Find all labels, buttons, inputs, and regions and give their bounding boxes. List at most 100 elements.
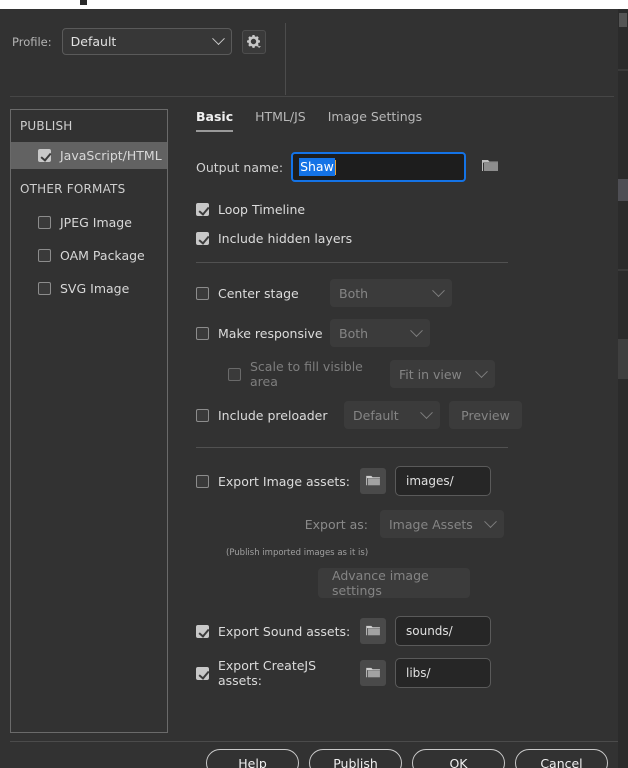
option-include-hidden-layers[interactable]: Include hidden layers (188, 231, 608, 246)
checkbox-svg-image[interactable] (38, 282, 51, 295)
cancel-button[interactable]: Cancel (515, 749, 608, 768)
titlebar-strip (0, 0, 628, 9)
advance-image-settings-button[interactable]: Advance image settings (318, 568, 470, 598)
profile-select[interactable]: Default (61, 28, 232, 55)
chevron-down-icon (211, 32, 225, 46)
image-assets-browse-button[interactable] (360, 468, 386, 494)
folder-icon (365, 625, 380, 636)
checkbox-jpeg-image[interactable] (38, 216, 51, 229)
sidebar-item-label: JavaScript/HTML (60, 148, 162, 163)
settings-panel: Basic HTML/JS Image Settings Output name… (188, 109, 608, 688)
image-assets-path-input[interactable]: images/ (395, 466, 491, 496)
tab-basic[interactable]: Basic (196, 109, 234, 132)
text-caret (334, 159, 336, 175)
tab-html-js[interactable]: HTML/JS (255, 109, 306, 132)
option-include-preloader[interactable]: Include preloader Default Preview (188, 401, 608, 429)
option-center-stage[interactable]: Center stage Both (188, 279, 608, 307)
export-as-label: Export as: (304, 516, 368, 532)
output-name-value: Shaw (299, 158, 335, 176)
header-divider (10, 96, 614, 97)
make-responsive-dropdown[interactable]: Both (330, 319, 430, 347)
option-label: Export Sound assets: (218, 623, 351, 639)
checkbox-scale-to-fill[interactable] (228, 367, 241, 381)
option-label: Make responsive (218, 325, 323, 341)
path-value: libs/ (406, 666, 431, 680)
checkbox-include-preloader[interactable] (196, 408, 209, 422)
checkbox-center-stage[interactable] (196, 286, 209, 300)
preloader-dropdown[interactable]: Default (344, 401, 440, 429)
output-name-label: Output name: (196, 159, 284, 175)
checkbox-loop-timeline[interactable] (196, 203, 209, 216)
option-label: Export CreateJS assets: (218, 658, 317, 688)
tab-image-settings[interactable]: Image Settings (328, 109, 422, 132)
preview-button[interactable]: Preview (449, 401, 522, 429)
checkbox-export-image-assets[interactable] (196, 474, 209, 488)
sound-assets-path-input[interactable]: sounds/ (395, 616, 491, 646)
background-window-sliver (618, 9, 628, 768)
gear-icon (247, 34, 262, 49)
chevron-down-icon (432, 283, 445, 297)
option-export-createjs-assets[interactable]: Export CreateJS assets: libs/ (188, 658, 608, 688)
sound-assets-browse-button[interactable] (360, 618, 386, 644)
publish-settings-dialog: Profile: Default PUBLISH JavaScript/HTML (0, 9, 618, 768)
checkbox-javascript-html[interactable] (38, 149, 51, 162)
sidebar-item-label: JPEG Image (60, 215, 132, 230)
output-name-input[interactable]: Shaw (291, 152, 467, 182)
center-stage-dropdown[interactable]: Both (330, 279, 452, 307)
createjs-assets-path-input[interactable]: libs/ (395, 658, 491, 688)
option-label: Include preloader (218, 407, 328, 423)
sidebar-item-label: OAM Package (60, 248, 145, 263)
formats-sidebar: PUBLISH JavaScript/HTML OTHER FORMATS JP… (10, 109, 168, 733)
sidebar-item-label: SVG Image (60, 281, 130, 296)
divider-1 (196, 262, 508, 263)
dropdown-value: Image Assets (389, 516, 473, 532)
option-loop-timeline[interactable]: Loop Timeline (188, 202, 608, 217)
window-marker (80, 0, 87, 5)
export-as-row: Export as: Image Assets (188, 510, 608, 538)
profile-row: Profile: Default (12, 28, 266, 55)
chevron-down-icon (484, 514, 497, 528)
footer-divider (10, 741, 618, 742)
sidebar-item-svg-image[interactable]: SVG Image (11, 275, 167, 302)
checkbox-include-hidden-layers[interactable] (196, 232, 209, 245)
chevron-down-icon (410, 323, 423, 337)
profile-separator (285, 23, 286, 95)
output-name-row: Output name: Shaw (188, 152, 608, 182)
dropdown-value: Both (339, 285, 369, 301)
chevron-down-icon (420, 405, 433, 419)
option-label: Export Image assets: (218, 473, 351, 489)
sidebar-item-oam-package[interactable]: OAM Package (11, 242, 167, 269)
checkbox-oam-package[interactable] (38, 249, 51, 262)
option-label: Include hidden layers (218, 231, 353, 246)
image-assets-note: (Publish imported images as it is) (226, 548, 369, 558)
option-label: Scale to fill visible area (250, 359, 363, 389)
profile-label: Profile: (12, 34, 52, 49)
option-scale-to-fill[interactable]: Scale to fill visible area Fit in view (188, 359, 608, 389)
ok-button[interactable]: OK (412, 749, 505, 768)
checkbox-export-sound-assets[interactable] (196, 624, 209, 638)
checkbox-make-responsive[interactable] (196, 326, 209, 340)
folder-icon (365, 667, 380, 678)
export-as-dropdown[interactable]: Image Assets (380, 510, 504, 538)
scale-to-fill-dropdown[interactable]: Fit in view (390, 360, 495, 388)
advance-image-settings-row: Advance image settings (188, 568, 608, 598)
path-value: images/ (406, 474, 454, 488)
publish-settings-window: Profile: Default PUBLISH JavaScript/HTML (0, 0, 628, 768)
profile-options-button[interactable] (241, 29, 266, 54)
help-button[interactable]: Help (206, 749, 299, 768)
createjs-assets-browse-button[interactable] (360, 660, 386, 686)
option-export-image-assets[interactable]: Export Image assets: images/ (188, 466, 608, 496)
dropdown-value: Default (353, 407, 399, 423)
path-value: sounds/ (406, 624, 453, 638)
dropdown-value: Fit in view (399, 366, 462, 382)
option-export-sound-assets[interactable]: Export Sound assets: sounds/ (188, 616, 608, 646)
sidebar-item-javascript-html[interactable]: JavaScript/HTML (11, 142, 167, 169)
checkbox-export-createjs-assets[interactable] (196, 666, 209, 680)
option-make-responsive[interactable]: Make responsive Both (188, 319, 608, 347)
sidebar-group-title-publish: PUBLISH (20, 119, 73, 133)
option-label: Loop Timeline (218, 202, 306, 217)
sidebar-item-jpeg-image[interactable]: JPEG Image (11, 209, 167, 236)
folder-icon (365, 475, 380, 486)
folder-icon[interactable] (482, 158, 499, 177)
publish-button[interactable]: Publish (309, 749, 402, 768)
